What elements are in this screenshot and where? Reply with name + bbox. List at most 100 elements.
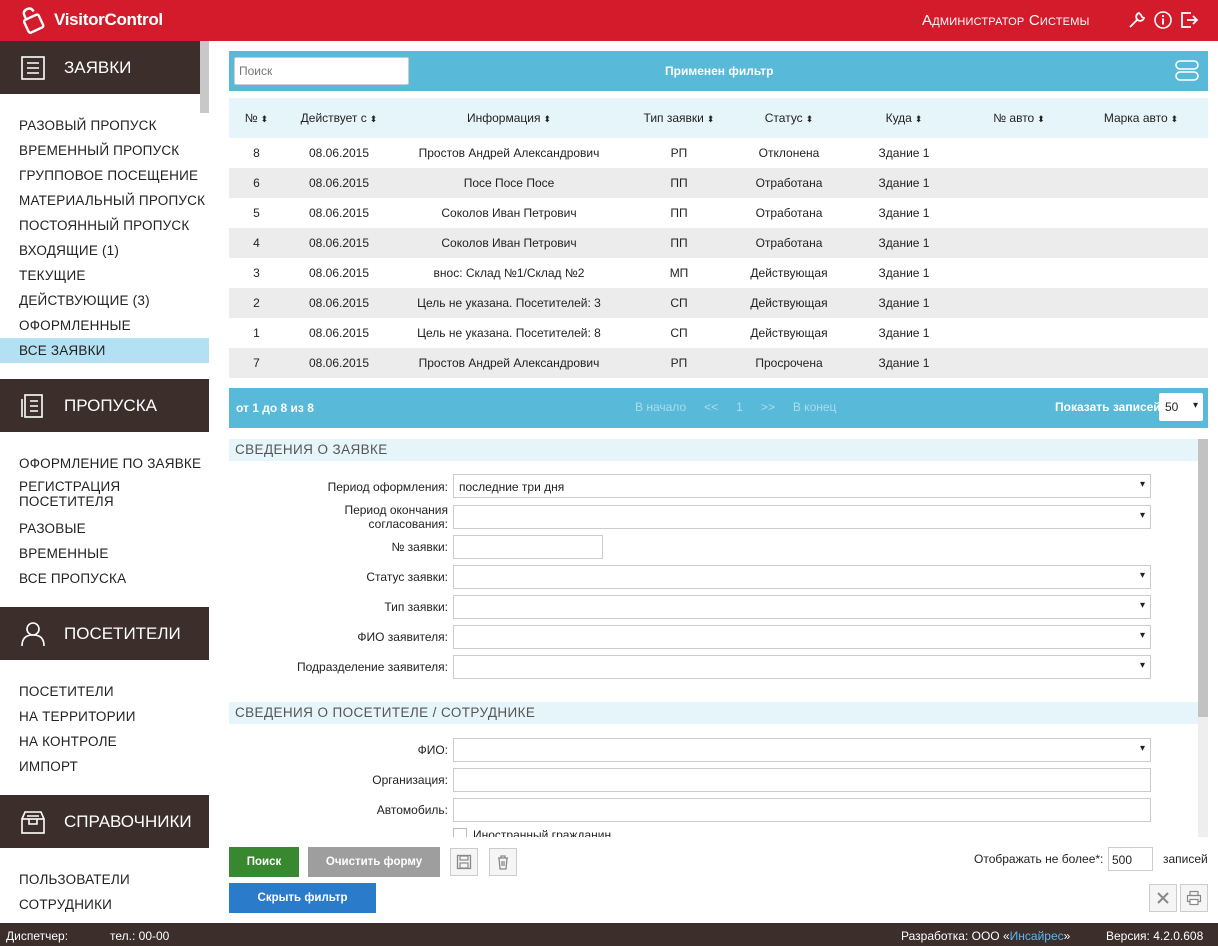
sidebar-section-visitors[interactable]: ПОСЕТИТЕЛИ [0, 607, 209, 660]
sidebar-section-references[interactable]: СПРАВОЧНИКИ [0, 795, 209, 848]
form-scrollbar-thumb[interactable] [1198, 439, 1208, 717]
page-size-select[interactable]: 50 [1159, 393, 1203, 421]
table-cell: 4 [229, 228, 284, 258]
sidebar-item[interactable]: НА КОНТРОЛЕ [0, 729, 209, 754]
column-header[interactable]: Статус ⬍ [734, 98, 844, 138]
status-select[interactable] [453, 565, 1151, 589]
sidebar-item[interactable]: СОТРУДНИКИ [0, 892, 209, 917]
sidebar-item[interactable]: МАТЕРИАЛЬНЫЙ ПРОПУСК [0, 188, 209, 213]
pass-card-icon [18, 391, 48, 421]
toggle-filter-icon[interactable] [1174, 59, 1200, 86]
sort-icon[interactable]: ⬍ [261, 114, 269, 124]
requests-table: № ⬍ Действует с ⬍ Информация ⬍ Тип заявки ⬍ Стат… [229, 98, 1208, 378]
table-cell [964, 348, 1074, 378]
pager-prev[interactable]: << [704, 400, 718, 414]
approval-period-select[interactable] [453, 505, 1151, 529]
sidebar-section-requests[interactable]: ЗАЯВКИ [0, 41, 209, 94]
column-header[interactable]: Действует с ⬍ [284, 98, 394, 138]
print-icon[interactable] [1180, 884, 1208, 912]
developer-credit: Разработка: ООО «Инсайрес» [901, 929, 1070, 943]
sidebar-item[interactable]: ВХОДЯЩИЕ (1) [0, 238, 209, 263]
sort-icon[interactable]: ⬍ [370, 114, 378, 124]
inbox-tray-icon [18, 807, 48, 837]
sidebar-item[interactable]: НА ТЕРРИТОРИИ [0, 704, 209, 729]
table-row[interactable]: 5 08.06.2015 Соколов Иван Петрович ПП Отрабо… [229, 198, 1208, 228]
column-header[interactable]: Тип заявки ⬍ [624, 98, 734, 138]
logout-icon[interactable] [1178, 9, 1200, 31]
tools-icon[interactable] [1126, 9, 1148, 31]
search-button[interactable]: Поиск [229, 847, 299, 877]
user-name[interactable]: Администратор Системы [922, 12, 1090, 29]
clear-form-button[interactable]: Очистить форму [308, 847, 440, 877]
table-cell: Простов Андрей Александрович [394, 348, 624, 378]
sidebar-scrollbar[interactable] [200, 41, 209, 113]
table-cell: РП [624, 348, 734, 378]
pager-page[interactable]: 1 [736, 400, 743, 414]
applicant-select[interactable] [453, 625, 1151, 649]
sidebar-item[interactable]: ТЕКУЩИЕ [0, 263, 209, 288]
sort-icon[interactable]: ⬍ [707, 114, 715, 124]
table-row[interactable]: 4 08.06.2015 Соколов Иван Петрович ПП Отрабо… [229, 228, 1208, 258]
fio-select[interactable] [453, 738, 1151, 762]
sidebar-item[interactable]: ИМПОРТ [0, 754, 209, 779]
status-row: Статус заявки: [229, 565, 1151, 589]
period-select[interactable]: последние три дня [453, 474, 1151, 498]
save-icon[interactable] [450, 848, 478, 876]
pager-last[interactable]: В конец [793, 400, 837, 414]
form-scrollbar[interactable] [1198, 439, 1208, 837]
column-header[interactable]: № авто ⬍ [964, 98, 1074, 138]
info-icon[interactable] [1152, 9, 1174, 31]
sort-icon[interactable]: ⬍ [915, 114, 923, 124]
table-row[interactable]: 8 08.06.2015 Простов Андрей Александрович Р… [229, 138, 1208, 168]
pager-first[interactable]: В начало [635, 400, 686, 414]
dept-select[interactable] [453, 655, 1151, 679]
column-header[interactable]: № ⬍ [229, 98, 284, 138]
sidebar-item[interactable]: РЕГИСТРАЦИЯ ПОСЕТИТЕЛЯ [0, 476, 209, 516]
excel-export-icon[interactable] [1149, 884, 1177, 912]
search-input[interactable] [234, 57, 409, 85]
sidebar-item[interactable]: ПОЛЬЗОВАТЕЛИ [0, 867, 209, 892]
sort-icon[interactable]: ⬍ [1171, 114, 1179, 124]
column-header[interactable]: Информация ⬍ [394, 98, 624, 138]
sidebar-item[interactable]: РАЗОВЫЙ ПРОПУСК [0, 113, 209, 138]
table-row[interactable]: 7 08.06.2015 Простов Андрей Александрович Р… [229, 348, 1208, 378]
sidebar-item[interactable]: РАЗОВЫЕ [0, 516, 209, 541]
request-number-input[interactable] [453, 535, 603, 559]
sidebar-item[interactable]: ГРУППОВОЕ ПОСЕЩЕНИЕ [0, 163, 209, 188]
sidebar-section-passes[interactable]: ПРОПУСКА [0, 379, 209, 432]
sidebar-item[interactable]: ВСЕ ПРОПУСКА [0, 566, 209, 591]
foreign-checkbox[interactable] [453, 828, 467, 837]
sidebar-item[interactable]: ПОСТОЯННЫЙ ПРОПУСК [0, 213, 209, 238]
table-row[interactable]: 2 08.06.2015 Цель не указана. Посетителей:… [229, 288, 1208, 318]
main-content: Применен фильтр №⬍Действует с⬍Информация… [229, 51, 1208, 428]
sidebar-item[interactable]: ВРЕМЕННЫЕ [0, 541, 209, 566]
sort-icon[interactable]: ⬍ [806, 114, 814, 124]
table-row[interactable]: 3 08.06.2015 внос: Склад №1/Склад №2 МП Дейс… [229, 258, 1208, 288]
hide-filter-button[interactable]: Скрыть фильтр [229, 883, 376, 913]
table-row[interactable]: 6 08.06.2015 Посе Посе Посе ПП Отработана Зда… [229, 168, 1208, 198]
pager-next[interactable]: >> [761, 400, 775, 414]
trash-icon[interactable] [489, 848, 517, 876]
car-input[interactable] [453, 798, 1151, 822]
sort-icon[interactable]: ⬍ [543, 114, 551, 124]
sidebar-item[interactable]: ВСЕ ЗАЯВКИ [0, 338, 209, 363]
sidebar-item[interactable]: ВРЕМЕННЫЙ ПРОПУСК [0, 138, 209, 163]
type-select[interactable] [453, 595, 1151, 619]
sidebar-item[interactable]: ОФОРМЛЕННЫЕ [0, 313, 209, 338]
column-header[interactable]: Куда ⬍ [844, 98, 964, 138]
sort-icon[interactable]: ⬍ [1037, 114, 1045, 124]
column-header[interactable]: Марка авто ⬍ [1074, 98, 1208, 138]
sidebar-item[interactable]: ПОСЕТИТЕЛИ [0, 679, 209, 704]
app-logo[interactable]: VisitorControl [18, 6, 163, 34]
org-row: Организация: [229, 768, 1151, 792]
table-cell: Посе Посе Посе [394, 168, 624, 198]
limit-label: Отображать не более*: [974, 852, 1104, 866]
sidebar-item[interactable]: ДЕЙСТВУЮЩИЕ (3) [0, 288, 209, 313]
organization-input[interactable] [453, 768, 1151, 792]
developer-link[interactable]: Инсайрес [1010, 929, 1064, 943]
sidebar-item[interactable]: ОФОРМЛЕНИЕ ПО ЗАЯВКЕ [0, 451, 209, 476]
column-header-label: Статус [764, 111, 803, 125]
section-title: ПОСЕТИТЕЛИ [64, 623, 181, 643]
limit-input[interactable]: 500 [1108, 847, 1153, 871]
table-row[interactable]: 1 08.06.2015 Цель не указана. Посетителей:… [229, 318, 1208, 348]
